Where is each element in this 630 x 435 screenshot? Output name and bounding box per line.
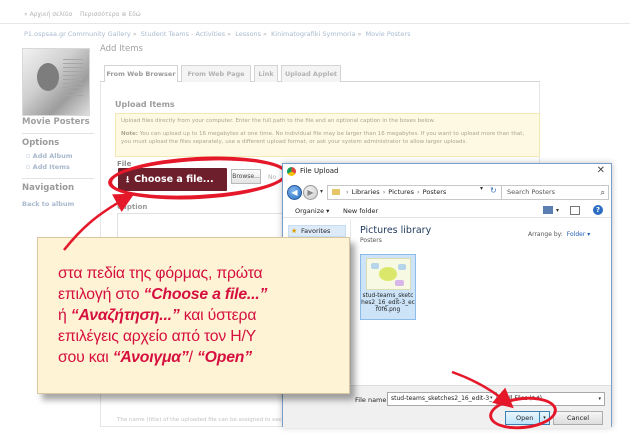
page-title: Add Items xyxy=(100,44,143,54)
path-dropdown-icon[interactable]: ▾ xyxy=(480,185,483,192)
recent-locations-dropdown-icon[interactable]: ▾ xyxy=(320,188,323,195)
album-thumbnail[interactable] xyxy=(22,48,90,116)
tab-from-web-page[interactable]: From Web Page xyxy=(181,65,251,82)
library-subtitle: Posters xyxy=(360,237,382,244)
path-segment[interactable]: Pictures xyxy=(388,188,414,196)
caption-label: Caption xyxy=(117,203,148,211)
library-title: Pictures library xyxy=(360,225,432,236)
thumbnail-face-shape xyxy=(37,63,59,91)
breadcrumb-item[interactable]: P1.ospsaa.gr Community Gallery xyxy=(24,30,131,38)
preview-pane-icon[interactable] xyxy=(570,206,580,215)
arrange-by: Arrange by: Folder ▾ xyxy=(528,231,591,238)
view-dropdown-icon[interactable]: ▾ xyxy=(556,207,559,214)
sidebar-divider xyxy=(22,178,94,179)
callout-line: σου και “Άνοιγμα”/ “Open” xyxy=(58,349,252,366)
breadcrumb-item[interactable]: Movie Posters xyxy=(366,30,411,38)
filename-input[interactable]: stud-teams_sketches2_16_edit-3_ xyxy=(387,392,497,406)
forward-arrow-icon[interactable]: ▶ xyxy=(303,185,318,200)
file-item-png[interactable]: stud-teams_sketches2_16_edit-3_ecf0f6.pn… xyxy=(360,254,416,320)
thumbnail-text-lines xyxy=(63,59,83,99)
cancel-button[interactable]: Cancel xyxy=(553,411,603,425)
new-folder-button[interactable]: New folder xyxy=(343,207,378,215)
callout-line: ή “Αναζήτηση...” και ύστερα xyxy=(58,307,257,324)
star-icon: ★ xyxy=(291,227,298,235)
sidebar-options-heading: Options xyxy=(22,138,60,148)
path-segment[interactable]: Libraries xyxy=(352,188,380,196)
dialog-title: File Upload xyxy=(300,167,339,175)
sidebar-link-back-to-album[interactable]: Back to album xyxy=(22,200,74,208)
search-input[interactable]: Search Posters ⌕ xyxy=(501,185,609,200)
upload-items-heading: Upload Items xyxy=(115,100,175,109)
callout-line: επιλογή στο “Choose a file...” xyxy=(58,286,268,303)
upload-help-box: Upload files directly from your computer… xyxy=(115,113,540,157)
help-icon[interactable]: ? xyxy=(593,205,603,215)
top-bar-right-link[interactable]: Περισσότερα ⊕ Εδώ xyxy=(80,11,141,18)
path-segment[interactable]: Posters xyxy=(423,188,447,196)
filename-label: File name: xyxy=(355,396,389,404)
breadcrumb: P1.ospsaa.gr Community Gallery» Student … xyxy=(24,30,411,38)
chrome-icon xyxy=(287,167,296,176)
upload-help-note: Note: You can upload up to 16 megabytes … xyxy=(121,131,525,145)
change-view-icon[interactable] xyxy=(543,206,553,214)
refresh-icon[interactable]: ↻ xyxy=(490,186,497,195)
top-bar: « Αρχική σελίδα Περισσότερα ⊕ Εδώ xyxy=(0,0,630,24)
dialog-title-bar: File Upload ✕ xyxy=(283,164,611,180)
address-bar: ◀ ▶ ▾ › Libraries › Pictures › Posters ▾ ↻ Se… xyxy=(283,184,611,202)
home-link[interactable]: « Αρχική σελίδα xyxy=(24,11,73,18)
dialog-toolbar: Organize ▾ New folder ▾ ? xyxy=(283,204,611,218)
album-title: Movie Posters xyxy=(22,117,90,127)
organize-menu[interactable]: Organize ▾ xyxy=(295,207,329,215)
search-icon: ⌕ xyxy=(600,188,605,197)
folder-icon xyxy=(332,189,340,195)
breadcrumb-item[interactable]: Kinimatografiki Symmoria xyxy=(271,30,355,38)
tab-link[interactable]: Link xyxy=(254,65,278,82)
instruction-callout: στα πεδία της φόρμας, πρώτα επιλογή στο … xyxy=(37,237,350,394)
chevron-down-icon: ▾ xyxy=(598,396,601,402)
upload-method-tabs: From Web Browser From Web Page Link Uplo… xyxy=(100,65,540,83)
nav-item-favorites[interactable]: ★ Favorites xyxy=(288,225,346,237)
image-thumbnail-icon xyxy=(366,258,411,290)
sidebar-divider xyxy=(22,133,94,134)
callout-line: επιλέγεις αρχείο από τον Η/Υ xyxy=(58,328,257,345)
tab-upload-applet[interactable]: Upload Applet xyxy=(281,65,341,82)
close-icon[interactable]: ✕ xyxy=(597,165,605,176)
file-item-name: stud-teams_sketches2_16_edit-3_ecf0f6.pn… xyxy=(361,293,415,313)
upload-footnote: The name (title) of the uploaded file ca… xyxy=(117,417,300,423)
breadcrumb-item[interactable]: Student Teams - Activities xyxy=(141,30,225,38)
arrange-by-dropdown[interactable]: Folder ▾ xyxy=(567,231,590,238)
back-arrow-icon[interactable]: ◀ xyxy=(287,185,302,200)
breadcrumb-item[interactable]: Lessons xyxy=(235,30,261,38)
sidebar-link-add-album[interactable]: ▫ Add Album xyxy=(26,152,73,160)
callout-line: στα πεδία της φόρμας, πρώτα xyxy=(58,265,263,282)
upload-help-text: Upload files directly from your computer… xyxy=(121,118,436,124)
sidebar-navigation-heading: Navigation xyxy=(22,183,74,193)
sidebar-link-add-items[interactable]: ▫ Add Items xyxy=(26,163,70,171)
tab-from-web-browser[interactable]: From Web Browser xyxy=(104,65,178,83)
filename-dropdown-icon[interactable]: ▾ xyxy=(490,395,493,401)
